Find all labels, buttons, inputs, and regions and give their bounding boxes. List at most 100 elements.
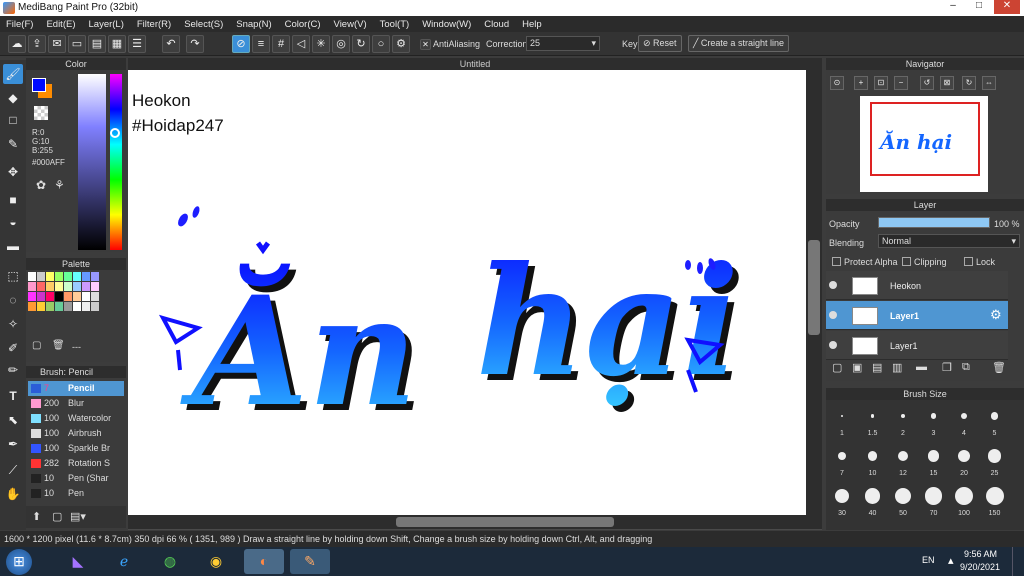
new-layer-icon[interactable]: ▢	[832, 361, 842, 374]
layer-row[interactable]: Heokon	[826, 271, 1008, 300]
trash-icon[interactable]: 🗑	[52, 340, 65, 351]
primary-color-swatch[interactable]	[32, 78, 46, 92]
straight-line-button[interactable]: ╱ Create a straight line	[688, 35, 789, 52]
palette-swatch[interactable]	[91, 292, 99, 301]
palette-swatch[interactable]	[37, 282, 45, 291]
brush-size-option[interactable]: 4	[950, 404, 978, 440]
duplicate-layer-icon[interactable]: ❐	[942, 361, 952, 374]
add-brush-icon[interactable]: ⬆	[32, 510, 41, 523]
snap-radial-icon[interactable]: ✳	[312, 35, 330, 53]
new-8bit-layer-icon[interactable]: ▤	[872, 361, 882, 374]
clock-date[interactable]: 9/20/2021	[960, 562, 1000, 572]
chrome-icon[interactable]: ◉	[196, 549, 236, 574]
brush-size-option[interactable]: 2	[889, 404, 917, 440]
medibang-taskbar-icon[interactable]: ◐	[244, 549, 284, 574]
correction-select[interactable]: 25 ▾	[526, 36, 600, 51]
clipping-checkbox[interactable]	[902, 257, 911, 266]
snap-ellipse-icon[interactable]: ○	[372, 35, 390, 53]
menu-file[interactable]: File(F)	[6, 19, 33, 30]
new-brush-icon[interactable]: ▢	[52, 510, 62, 523]
settings-gear-icon[interactable]: ⚙	[392, 35, 410, 53]
lock-checkbox[interactable]	[964, 257, 973, 266]
snap-vanishing-icon[interactable]: ◁	[292, 35, 310, 53]
palette-swatch[interactable]	[46, 272, 54, 281]
new-1bit-layer-icon[interactable]: ▥	[892, 361, 902, 374]
rotate-left-icon[interactable]: ↺	[920, 76, 934, 90]
menu-snap[interactable]: Snap(N)	[236, 19, 271, 30]
protect-alpha-checkbox[interactable]	[832, 257, 841, 266]
palette-swatch[interactable]	[64, 282, 72, 291]
brush-item[interactable]: 282 Rotation S	[28, 456, 124, 471]
drawing-canvas[interactable]: Heokon #Hoidap247 Ăn Ăn hại hại	[128, 70, 806, 515]
document-tab[interactable]: Untitled	[128, 58, 822, 70]
brush-size-option[interactable]: 10	[859, 444, 887, 480]
page-icon[interactable]: ▤	[88, 35, 106, 53]
palette-swatch[interactable]	[46, 282, 54, 291]
layer-row[interactable]: Layer1	[826, 331, 1008, 360]
palette-swatch[interactable]	[28, 292, 36, 301]
palette-swatch[interactable]	[73, 272, 81, 281]
brush-size-option[interactable]: 1	[828, 404, 856, 440]
select-eraser-icon[interactable]: ✏	[3, 360, 23, 380]
reset-button[interactable]: ⊘ Reset	[638, 35, 682, 52]
comment-icon[interactable]: ✉	[48, 35, 66, 53]
rotate-right-icon[interactable]: ↻	[962, 76, 976, 90]
divide-tool-icon[interactable]: ⟋	[3, 460, 23, 480]
brush-item[interactable]: 100 Sparkle Br	[28, 441, 124, 456]
zoom-in-icon[interactable]: +	[854, 76, 868, 90]
rectangle-tool-icon[interactable]: □	[3, 110, 23, 130]
fill-rect-icon[interactable]: ■	[3, 190, 23, 210]
operation-tool-icon[interactable]: ⬉	[3, 410, 23, 430]
paint-taskbar-icon[interactable]: ✎	[290, 549, 330, 574]
palette-swatch[interactable]	[55, 282, 63, 291]
visibility-eye-icon[interactable]	[829, 281, 837, 289]
menu-layer[interactable]: Layer(L)	[89, 19, 124, 30]
palette-swatch[interactable]	[64, 272, 72, 281]
text-tool-icon[interactable]: T	[3, 386, 23, 406]
visibility-eye-icon[interactable]	[829, 311, 837, 319]
palette-swatch[interactable]	[73, 292, 81, 301]
brush-size-option[interactable]: 30	[828, 484, 856, 520]
zoom-out-icon[interactable]: −	[894, 76, 908, 90]
palette-swatch[interactable]	[55, 302, 63, 311]
merge-layer-icon[interactable]: ⧉	[962, 361, 970, 374]
palette-swatch[interactable]	[82, 272, 90, 281]
brush-item[interactable]: 10 Pen (Shar	[28, 471, 124, 486]
folder-icon[interactable]: ▬	[916, 361, 927, 373]
palette-swatch[interactable]	[82, 282, 90, 291]
eraser-tool-icon[interactable]: ◆	[3, 88, 23, 108]
menu-color[interactable]: Color(C)	[285, 19, 321, 30]
menu-cloud[interactable]: Cloud	[484, 19, 509, 30]
brush-size-option[interactable]: 1.5	[859, 404, 887, 440]
brush-size-option[interactable]: 150	[981, 484, 1009, 520]
bucket-tool-icon[interactable]: ◒	[3, 212, 23, 232]
menu-edit[interactable]: Edit(E)	[46, 19, 75, 30]
coccoc-icon[interactable]: ◍	[150, 549, 190, 574]
brush-size-option[interactable]: 15	[920, 444, 948, 480]
start-button[interactable]: ⊞	[6, 549, 32, 575]
clock-time[interactable]: 9:56 AM	[964, 549, 997, 559]
menu-select[interactable]: Select(S)	[184, 19, 223, 30]
cloud-icon[interactable]: ☁	[8, 35, 26, 53]
color-mix-icon[interactable]: ⚘	[54, 178, 65, 192]
palette-swatch[interactable]	[37, 272, 45, 281]
brush-item[interactable]: 7 Pencil	[28, 381, 124, 396]
language-indicator[interactable]: EN	[922, 555, 935, 565]
visibility-eye-icon[interactable]	[829, 341, 837, 349]
reset-view-icon[interactable]: ⊠	[940, 76, 954, 90]
color-wheel-icon[interactable]: ✿	[36, 178, 46, 192]
close-button[interactable]: ✕	[994, 0, 1020, 14]
palette-swatch[interactable]	[37, 302, 45, 311]
palette-swatch[interactable]	[91, 302, 99, 311]
lasso-brush-icon[interactable]: ✎	[3, 134, 23, 154]
hue-slider[interactable]	[110, 74, 122, 250]
lasso-tool-icon[interactable]: ◌	[3, 290, 23, 310]
opacity-slider[interactable]	[878, 217, 990, 228]
menu-help[interactable]: Help	[522, 19, 542, 30]
new-halftone-layer-icon[interactable]: ▣	[852, 361, 862, 374]
menu-tool[interactable]: Tool(T)	[380, 19, 410, 30]
select-pen-icon[interactable]: ✐	[3, 338, 23, 358]
vertical-scroll-thumb[interactable]	[808, 240, 820, 335]
horizontal-scroll-thumb[interactable]	[396, 517, 614, 527]
chat-icon[interactable]: ▭	[68, 35, 86, 53]
